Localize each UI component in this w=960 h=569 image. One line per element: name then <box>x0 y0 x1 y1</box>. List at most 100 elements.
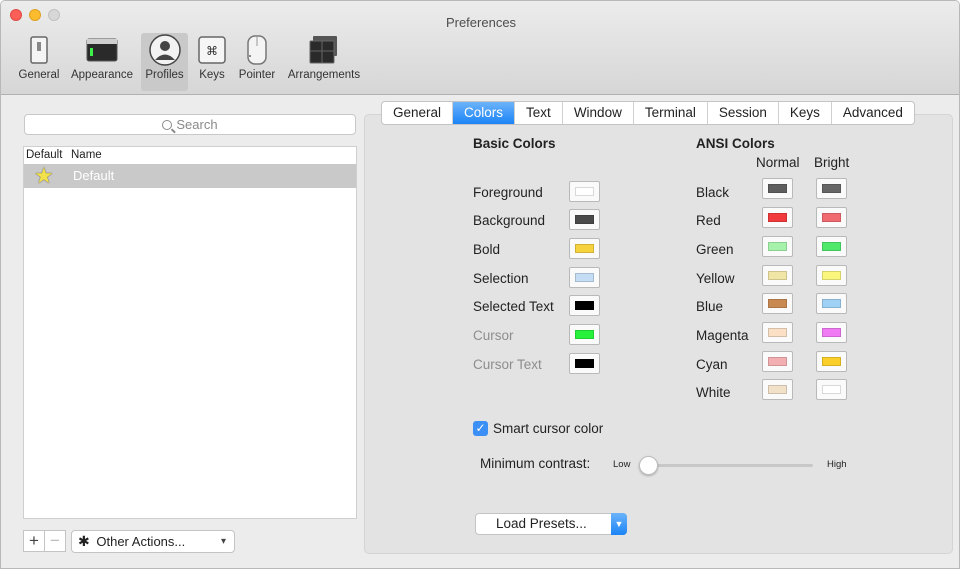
ansi-white-bright-fill <box>822 385 841 394</box>
ansi-cyan-bright-fill <box>822 357 841 366</box>
foreground-label: Foreground <box>473 185 543 200</box>
minimum-contrast-slider[interactable] <box>643 464 813 467</box>
selection-color-fill <box>575 273 594 282</box>
ansi-green-bright-fill <box>822 242 841 251</box>
ansi-green-normal-well[interactable] <box>762 236 793 257</box>
ansi-green-normal-fill <box>768 242 787 251</box>
ansi-yellow-normal-fill <box>768 271 787 280</box>
ansi-red-bright-well[interactable] <box>816 207 847 228</box>
ansi-green-bright-well[interactable] <box>816 236 847 257</box>
preferences-window: Preferences General Appearance Profiles … <box>0 0 960 569</box>
toolbar-arrangements[interactable]: Arrangements <box>284 33 364 91</box>
tab-advanced[interactable]: Advanced <box>832 102 914 124</box>
ansi-white-label: White <box>696 385 731 400</box>
other-actions-label: Other Actions... <box>96 534 186 549</box>
gear-icon: ✱ <box>78 533 90 549</box>
ansi-yellow-bright-well[interactable] <box>816 265 847 286</box>
tab-terminal[interactable]: Terminal <box>634 102 708 124</box>
background-color-well[interactable] <box>569 209 600 230</box>
bold-label: Bold <box>473 242 501 257</box>
ansi-black-normal-fill <box>768 184 787 193</box>
toolbar-pointer[interactable]: Pointer <box>234 33 280 91</box>
cursor-color-fill <box>575 330 594 339</box>
titlebar: Preferences General Appearance Profiles … <box>1 1 959 95</box>
ansi-magenta-bright-well[interactable] <box>816 322 847 343</box>
selection-color-well[interactable] <box>569 267 600 288</box>
chevron-down-icon: ▾ <box>220 536 226 547</box>
smart-cursor-label: Smart cursor color <box>493 421 604 436</box>
profile-search-input[interactable]: Search <box>24 114 356 135</box>
toolbar-profiles[interactable]: Profiles <box>141 33 188 91</box>
column-header-name[interactable]: Name <box>71 149 102 161</box>
profile-list[interactable]: Default Name ★ Default <box>23 146 357 519</box>
ansi-red-normal-fill <box>768 213 787 222</box>
selected-text-color-well[interactable] <box>569 295 600 316</box>
bold-color-well[interactable] <box>569 238 600 259</box>
minimum-contrast-slider-knob[interactable] <box>639 456 658 475</box>
svg-text:⌘: ⌘ <box>206 44 218 58</box>
tab-text[interactable]: Text <box>515 102 563 124</box>
ansi-white-normal-well[interactable] <box>762 379 793 400</box>
search-icon <box>162 120 173 130</box>
profile-tabs: General Colors Text Window Terminal Sess… <box>381 101 915 125</box>
window-title: Preferences <box>445 15 517 30</box>
ansi-blue-bright-well[interactable] <box>816 293 847 314</box>
ansi-white-bright-well[interactable] <box>816 379 847 400</box>
ansi-cyan-normal-well[interactable] <box>762 351 793 372</box>
column-header-default[interactable]: Default <box>26 149 62 161</box>
ansi-black-bright-fill <box>822 184 841 193</box>
smart-cursor-checkbox[interactable]: ✓ <box>473 421 488 436</box>
ansi-black-bright-well[interactable] <box>816 178 847 199</box>
foreground-color-fill <box>575 187 594 196</box>
window-stack-icon <box>307 33 341 67</box>
profile-list-header: Default Name <box>24 147 356 164</box>
tab-colors[interactable]: Colors <box>453 102 516 124</box>
ansi-black-normal-well[interactable] <box>762 178 793 199</box>
toolbar-general[interactable]: General <box>16 33 62 91</box>
ansi-magenta-normal-well[interactable] <box>762 322 793 343</box>
ansi-blue-bright-fill <box>822 299 841 308</box>
toolbar-appearance[interactable]: Appearance <box>67 33 137 91</box>
tab-general[interactable]: General <box>382 102 454 124</box>
foreground-color-well[interactable] <box>569 181 600 202</box>
ansi-magenta-label: Magenta <box>696 328 749 343</box>
contrast-high-label: High <box>827 459 847 470</box>
ansi-yellow-normal-well[interactable] <box>762 265 793 286</box>
person-icon <box>148 33 182 67</box>
remove-profile-button[interactable]: − <box>44 530 66 552</box>
tab-keys[interactable]: Keys <box>779 102 832 124</box>
ansi-cyan-normal-fill <box>768 357 787 366</box>
contrast-low-label: Low <box>613 459 631 470</box>
basic-colors-title: Basic Colors <box>473 136 556 151</box>
command-key-icon: ⌘ <box>195 33 229 67</box>
cursor-text-color-well[interactable] <box>569 353 600 374</box>
toolbar-general-label: General <box>18 69 60 81</box>
default-star-icon: ★ <box>34 163 54 188</box>
ansi-red-normal-well[interactable] <box>762 207 793 228</box>
profile-row[interactable]: ★ Default <box>24 164 356 188</box>
background-label: Background <box>473 213 546 228</box>
profiles-pane: Search Default Name ★ Default + − ✱ Othe… <box>11 99 367 565</box>
other-actions-popup[interactable]: ✱ Other Actions... ▾ <box>71 530 235 553</box>
toolbar-arrangements-label: Arrangements <box>287 69 361 81</box>
ansi-cyan-bright-well[interactable] <box>816 351 847 372</box>
ansi-white-normal-fill <box>768 385 787 394</box>
ansi-black-label: Black <box>696 185 730 200</box>
checkmark-icon: ✓ <box>475 421 486 435</box>
selected-text-label: Selected Text <box>473 299 554 314</box>
ansi-red-label: Red <box>696 213 721 228</box>
load-presets-popup[interactable]: Load Presets... ▼ <box>475 513 627 535</box>
ansi-cyan-label: Cyan <box>696 357 728 372</box>
ansi-magenta-normal-fill <box>768 328 787 337</box>
ansi-green-label: Green <box>696 242 734 257</box>
toolbar-keys[interactable]: ⌘ Keys <box>193 33 231 91</box>
ansi-yellow-bright-fill <box>822 271 841 280</box>
background-color-fill <box>575 215 594 224</box>
ansi-blue-normal-well[interactable] <box>762 293 793 314</box>
tab-session[interactable]: Session <box>708 102 779 124</box>
toolbar-profiles-label: Profiles <box>145 69 184 81</box>
cursor-color-well[interactable] <box>569 324 600 345</box>
tab-window[interactable]: Window <box>563 102 634 124</box>
add-profile-button[interactable]: + <box>23 530 45 552</box>
cursor-label: Cursor <box>473 328 514 343</box>
